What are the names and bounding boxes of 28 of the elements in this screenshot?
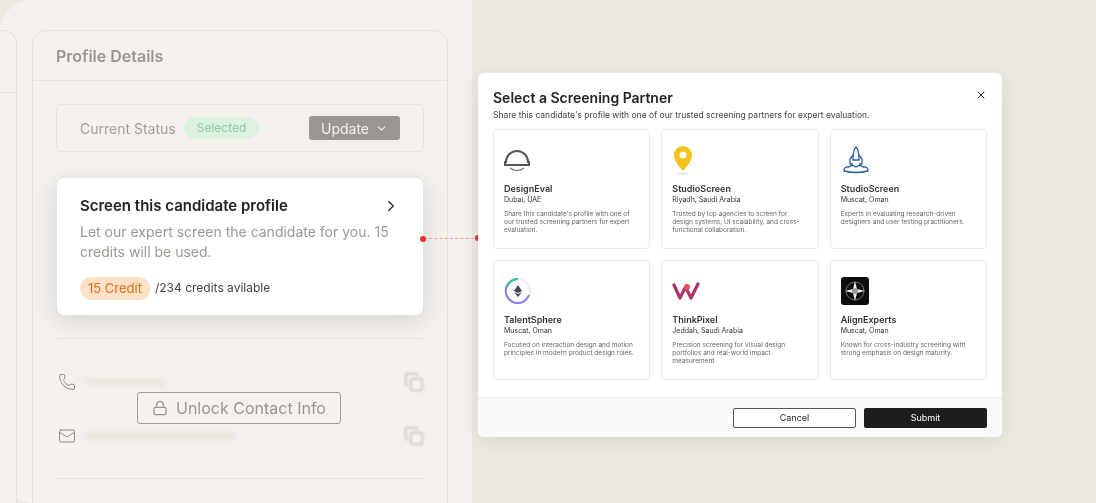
mail-icon <box>58 426 76 445</box>
credits-available: /234 credits avilable <box>154 279 271 298</box>
cancel-button[interactable]: Cancel <box>733 407 856 428</box>
phone-icon <box>58 372 76 391</box>
rocket-icon <box>840 144 871 175</box>
status-label: Current Status <box>80 118 176 139</box>
partner-name: AlignExperts <box>840 312 898 327</box>
dialog-subtitle: Share this candidate's profile with one of our trusted screening partners for expert evaluation. <box>493 109 870 122</box>
credit-badge: 15 Credit <box>80 276 150 300</box>
submit-button[interactable]: Submit <box>864 407 987 428</box>
close-button[interactable] <box>975 89 987 101</box>
w-shape-icon <box>672 281 701 300</box>
screen-profile-card[interactable]: Screen this candidate profile Let our expert screen the candidate for you. 15 credits will be used. 15 Credit /234 credits avilable <box>56 177 424 316</box>
panel-title: Profile Details <box>56 44 164 68</box>
location-pin-icon <box>672 144 695 175</box>
partner-name: TalentSphere <box>504 312 563 327</box>
diamond-ring-icon <box>504 276 532 305</box>
card-title: Screen this candidate profile <box>80 195 288 217</box>
copy-icon <box>404 425 424 446</box>
partner-name: DesignEval <box>504 181 554 196</box>
lock-icon <box>152 400 168 416</box>
partner-name: ThinkPixel <box>672 312 719 327</box>
copy-icon <box>404 371 424 392</box>
partner-name: StudioScreen <box>840 181 901 196</box>
status-badge: Selected <box>183 117 260 139</box>
dialog-title: Select a Screening Partner <box>493 88 674 108</box>
partner-name: StudioScreen <box>672 181 732 196</box>
card-description: Let our expert screen the candidate for you. 15 credits will be used. <box>80 221 390 262</box>
